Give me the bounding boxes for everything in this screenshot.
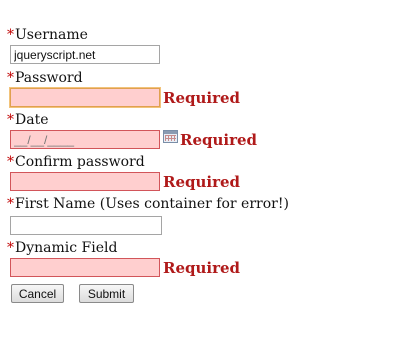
confirm-password-input[interactable] — [10, 172, 160, 191]
username-label: *Username — [7, 27, 88, 43]
confirm-password-error: Required — [163, 173, 241, 191]
date-label: *Date — [7, 112, 48, 128]
first-name-label: *First Name (Uses container for error!) — [7, 196, 289, 212]
dynamic-field-label-text: Dynamic Field — [15, 240, 118, 256]
submit-button[interactable]: Submit — [79, 284, 134, 303]
password-input[interactable] — [10, 88, 160, 107]
date-input[interactable] — [10, 130, 160, 149]
calendar-icon[interactable] — [163, 130, 178, 143]
first-name-label-text: First Name (Uses container for error!) — [15, 196, 289, 212]
date-label-text: Date — [15, 112, 49, 128]
required-marker: * — [7, 112, 14, 128]
password-label-text: Password — [15, 70, 83, 86]
cancel-button[interactable]: Cancel — [11, 284, 64, 303]
dynamic-field-label: *Dynamic Field — [7, 240, 117, 256]
username-input[interactable] — [10, 45, 160, 64]
password-label: *Password — [7, 70, 83, 86]
required-marker: * — [7, 196, 14, 212]
required-marker: * — [7, 154, 14, 170]
dynamic-field-input[interactable] — [10, 258, 160, 277]
required-marker: * — [7, 240, 14, 256]
confirm-password-label-text: Confirm password — [15, 154, 145, 170]
required-marker: * — [7, 27, 14, 43]
calendar-icon-header — [164, 131, 177, 134]
required-marker: * — [7, 70, 14, 86]
calendar-icon-grid — [165, 135, 176, 141]
first-name-input[interactable] — [10, 216, 162, 235]
password-error: Required — [163, 89, 241, 107]
confirm-password-label: *Confirm password — [7, 154, 145, 170]
dynamic-field-error: Required — [163, 259, 241, 277]
date-error: Required — [180, 131, 258, 149]
username-label-text: Username — [15, 27, 88, 43]
